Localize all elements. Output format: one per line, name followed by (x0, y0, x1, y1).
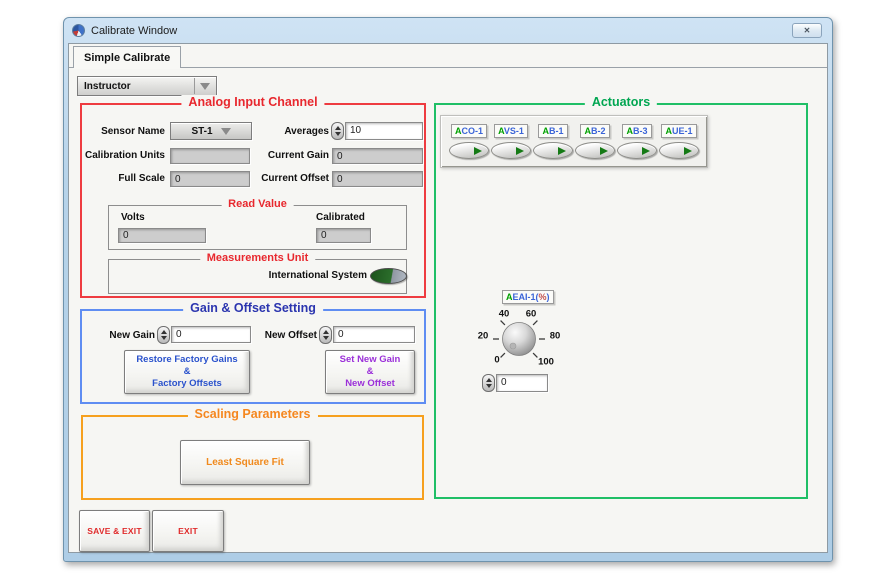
actuator-item: ACO-1 (449, 124, 489, 159)
actuator-button-panel: ACO-1 AVS-1 AB-1 AB-2 AB-3 (440, 115, 708, 168)
current-gain-field: 0 (332, 148, 423, 164)
actuator-button[interactable] (449, 142, 489, 159)
dropdown-divider (194, 78, 195, 94)
close-button[interactable]: ✕ (792, 23, 822, 38)
instructor-dropdown[interactable]: Instructor (77, 76, 217, 96)
knob-tick-0: 0 (494, 355, 499, 366)
read-value-title: Read Value (221, 198, 294, 210)
calibration-units-label: Calibration Units (74, 150, 165, 161)
averages-field[interactable]: 10 (345, 122, 423, 140)
calibrate-window: Calibrate Window ✕ Simple Calibrate Inst… (63, 17, 833, 562)
increment-icon[interactable] (161, 330, 167, 334)
new-gain-field[interactable]: 0 (171, 326, 251, 343)
actuator-label: AB-1 (538, 124, 567, 138)
actuator-label: ACO-1 (451, 124, 487, 138)
calibrated-label: Calibrated (316, 212, 365, 223)
title-bar[interactable]: Calibrate Window ✕ (64, 18, 832, 43)
knob-dial[interactable] (464, 299, 574, 384)
knob-tick-40: 40 (499, 309, 510, 320)
analog-input-channel-title: Analog Input Channel (181, 95, 324, 109)
actuator-item: AB-3 (617, 124, 657, 159)
current-offset-label: Current Offset (249, 173, 329, 184)
least-square-fit-button[interactable]: Least Square Fit (180, 440, 310, 485)
new-gain-spinner[interactable] (157, 326, 170, 344)
increment-icon[interactable] (486, 378, 492, 382)
volts-label: Volts (121, 212, 145, 223)
new-gain-label: New Gain (85, 330, 155, 341)
international-system-label: International System (169, 270, 367, 281)
knob-tick-80: 80 (550, 331, 561, 342)
window-title: Calibrate Window (91, 25, 177, 37)
actuators-title: Actuators (585, 95, 657, 109)
actuator-button[interactable] (491, 142, 531, 159)
calibrated-field: 0 (316, 228, 371, 243)
sensor-name-dropdown[interactable]: ST-1 (170, 122, 252, 140)
full-scale-label: Full Scale (74, 173, 165, 184)
actuator-label: AUE-1 (661, 124, 696, 138)
save-exit-button[interactable]: SAVE & EXIT (79, 510, 150, 552)
actuator-label: AB-2 (580, 124, 609, 138)
new-offset-field[interactable]: 0 (333, 326, 415, 343)
window-client-area: Simple Calibrate Instructor Analog Input… (68, 43, 828, 553)
actuator-button[interactable] (659, 142, 699, 159)
sensor-name-label: Sensor Name (84, 126, 165, 137)
knob-tick-20: 20 (478, 331, 489, 342)
averages-label: Averages (249, 126, 329, 137)
volts-field: 0 (118, 228, 206, 243)
actuator-item: AVS-1 (491, 124, 531, 159)
actuator-item: AUE-1 (659, 124, 699, 159)
actuator-item: AB-1 (533, 124, 573, 159)
knob-value-field[interactable]: 0 (496, 374, 548, 392)
actuator-button[interactable] (533, 142, 573, 159)
sensor-name-value: ST-1 (191, 126, 212, 137)
scaling-parameters-title: Scaling Parameters (187, 407, 317, 421)
new-offset-spinner[interactable] (319, 326, 332, 344)
tab-bar: Simple Calibrate (69, 44, 827, 68)
knob-tick-100: 100 (538, 357, 554, 368)
play-icon (600, 147, 608, 155)
play-icon (558, 147, 566, 155)
measurements-unit-group: Measurements Unit International System (108, 259, 407, 294)
set-new-gain-offset-button[interactable]: Set New Gain & New Offset (325, 350, 415, 394)
play-icon (474, 147, 482, 155)
actuator-button[interactable] (617, 142, 657, 159)
play-icon (684, 147, 692, 155)
tab-simple-calibrate[interactable]: Simple Calibrate (73, 46, 181, 68)
measurements-unit-title: Measurements Unit (200, 252, 315, 264)
decrement-icon[interactable] (323, 336, 329, 340)
play-icon (642, 147, 650, 155)
calibration-units-field (170, 148, 250, 164)
instructor-value: Instructor (84, 81, 194, 92)
main-pane: Simple Calibrate Instructor Analog Input… (69, 44, 827, 552)
chevron-down-icon (200, 83, 210, 90)
chevron-down-icon (221, 128, 231, 135)
averages-spinner[interactable] (331, 122, 344, 140)
full-scale-field: 0 (170, 171, 250, 187)
actuator-item: AB-2 (575, 124, 615, 159)
play-icon (516, 147, 524, 155)
decrement-icon[interactable] (486, 384, 492, 388)
app-icon (72, 24, 85, 37)
tab-label: Simple Calibrate (84, 52, 170, 64)
current-gain-label: Current Gain (249, 150, 329, 161)
exit-button[interactable]: EXIT (152, 510, 224, 552)
current-offset-field: 0 (332, 171, 423, 187)
actuator-label: AVS-1 (494, 124, 528, 138)
knob-tick-60: 60 (526, 309, 537, 320)
read-value-group: Read Value Volts Calibrated 0 0 (108, 205, 407, 250)
gain-offset-title: Gain & Offset Setting (183, 301, 323, 315)
knob-value-spinner[interactable] (482, 374, 495, 392)
close-icon: ✕ (804, 26, 811, 35)
increment-icon[interactable] (335, 126, 341, 130)
actuator-button[interactable] (575, 142, 615, 159)
decrement-icon[interactable] (335, 132, 341, 136)
actuator-label: AB-3 (622, 124, 651, 138)
decrement-icon[interactable] (161, 336, 167, 340)
new-offset-label: New Offset (247, 330, 317, 341)
measurement-unit-toggle[interactable] (370, 268, 407, 284)
increment-icon[interactable] (323, 330, 329, 334)
restore-factory-button[interactable]: Restore Factory Gains & Factory Offsets (124, 350, 250, 394)
